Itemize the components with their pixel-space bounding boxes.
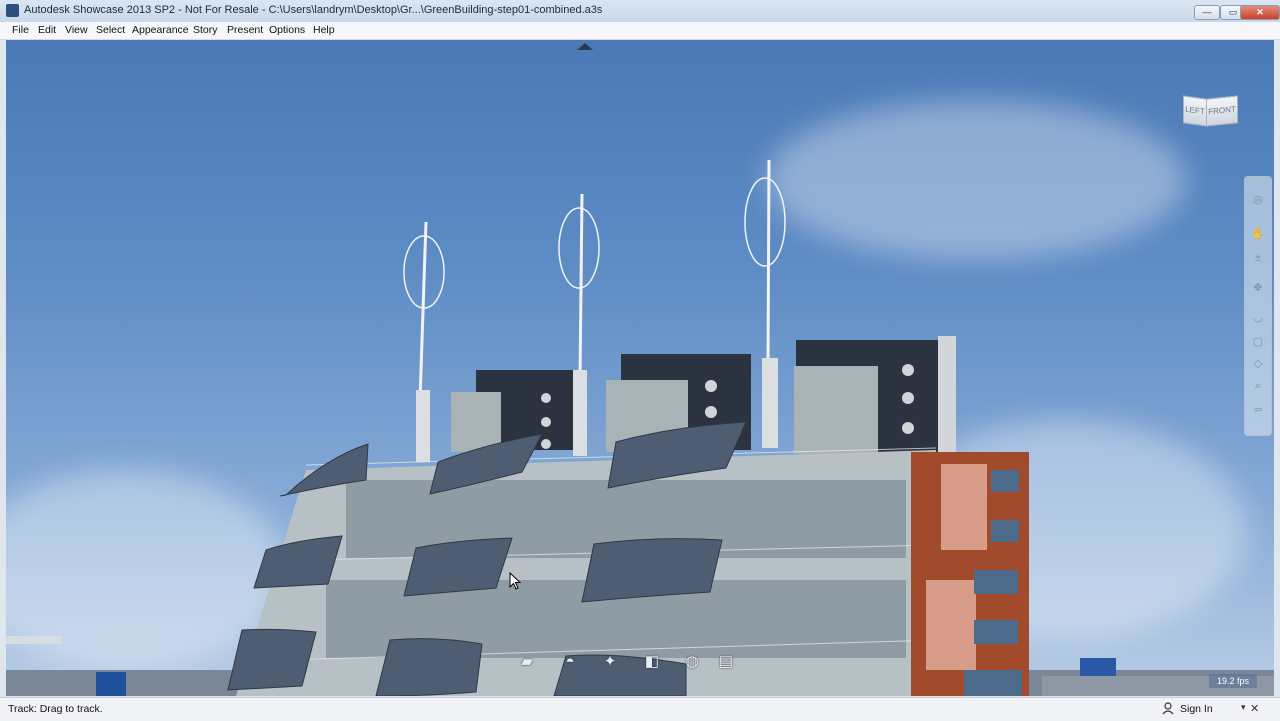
environment-icon[interactable]: ◓: [559, 652, 581, 672]
viewcube-front-face[interactable]: FRONT: [1206, 95, 1238, 127]
status-message: Track: Drag to track.: [8, 703, 103, 715]
fps-readout: 19.2 fps: [1209, 674, 1257, 688]
viewcube[interactable]: LEFT FRONT: [1181, 80, 1241, 130]
zoom-extents-icon[interactable]: ⌕: [1251, 379, 1265, 393]
sign-in-link[interactable]: Sign In: [1180, 703, 1213, 715]
folder-icon[interactable]: ▰: [516, 652, 538, 672]
app-icon: [6, 4, 19, 17]
pan-icon[interactable]: ✋: [1251, 227, 1265, 241]
navigation-bar: ◎ ✋ ± ✥ ◡ ▢ ◇ ⌕ ⇦: [1244, 176, 1272, 436]
distant-canopy: [6, 636, 61, 644]
window-title: Autodesk Showcase 2013 SP2 - Not For Res…: [24, 4, 603, 16]
steering-wheel-icon[interactable]: ◎: [1251, 193, 1265, 207]
3d-viewport[interactable]: LEFT FRONT ◎ ✋ ± ✥ ◡ ▢ ◇ ⌕ ⇦ ▰ ◓ ✦ ◧ ◍ ▤…: [6, 40, 1274, 696]
chevron-down-icon[interactable]: ▾: [1241, 702, 1246, 713]
viewcube-left-face[interactable]: LEFT: [1183, 95, 1207, 127]
walk-icon[interactable]: ▢: [1251, 335, 1265, 349]
menu-help[interactable]: Help: [313, 24, 335, 36]
distant-sign: [96, 672, 126, 696]
mouse-cursor-icon: [509, 572, 521, 590]
user-icon[interactable]: [1162, 702, 1174, 715]
sphere-icon[interactable]: ◍: [681, 652, 703, 672]
title-bar: Autodesk Showcase 2013 SP2 - Not For Res…: [0, 0, 1280, 23]
light-icon[interactable]: ✦: [599, 652, 621, 672]
close-button[interactable]: ✕: [1240, 5, 1280, 20]
menu-options[interactable]: Options: [269, 24, 305, 36]
collapse-panel-arrow[interactable]: [577, 43, 593, 50]
menu-view[interactable]: View: [65, 24, 88, 36]
menu-present[interactable]: Present: [227, 24, 263, 36]
menu-bar: File Edit View Select Appearance Story P…: [0, 22, 1280, 40]
status-bar: Track: Drag to track. Sign In ▾ ✕: [0, 697, 1280, 721]
back-icon[interactable]: ⇦: [1251, 403, 1265, 417]
menu-file[interactable]: File: [12, 24, 29, 36]
zoom-icon[interactable]: ±: [1251, 251, 1265, 265]
menu-appearance[interactable]: Appearance: [132, 24, 189, 36]
document-icon[interactable]: ▤: [715, 652, 737, 672]
building-model: [6, 159, 1274, 696]
orbit-icon[interactable]: ✥: [1251, 281, 1265, 295]
zoom-window-icon[interactable]: ◇: [1251, 357, 1265, 371]
menu-select[interactable]: Select: [96, 24, 125, 36]
menu-story[interactable]: Story: [193, 24, 218, 36]
close-icon[interactable]: ✕: [1250, 702, 1259, 715]
look-icon[interactable]: ◡: [1251, 311, 1265, 325]
quick-toolbar: ▰ ◓ ✦ ◧ ◍ ▤: [511, 652, 761, 674]
minimize-button[interactable]: —: [1194, 5, 1220, 20]
menu-edit[interactable]: Edit: [38, 24, 56, 36]
materials-icon[interactable]: ◧: [641, 652, 663, 672]
